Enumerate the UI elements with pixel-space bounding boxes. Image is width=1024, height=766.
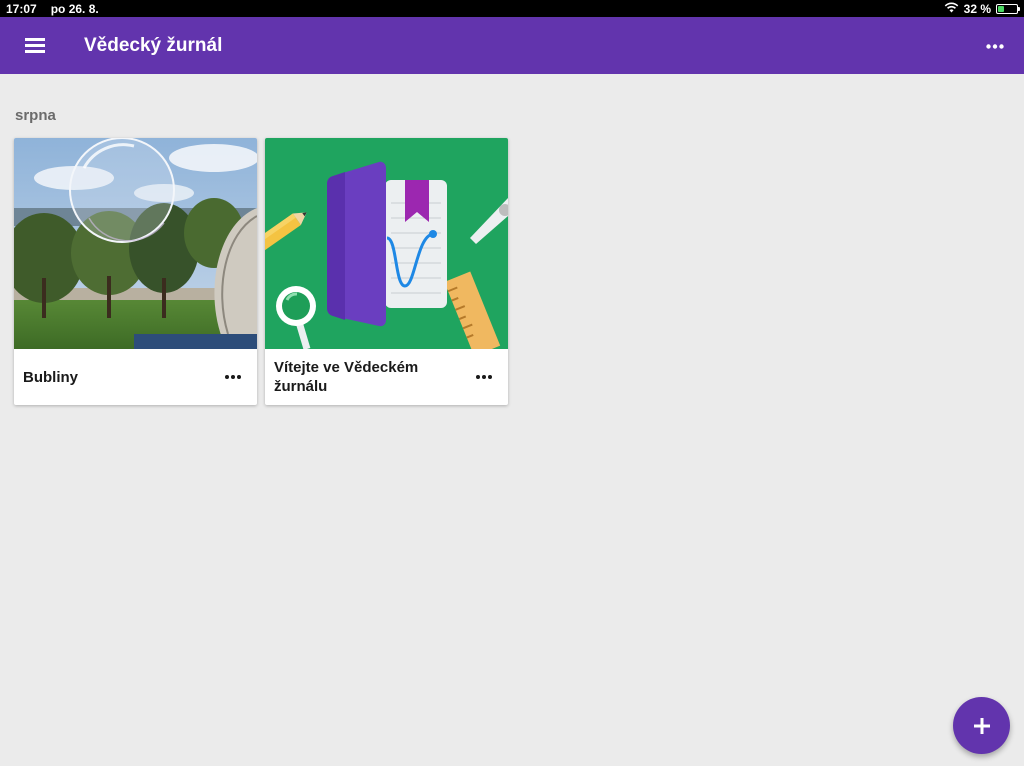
- card-menu-button[interactable]: [221, 365, 245, 389]
- section-label: srpna: [15, 107, 56, 124]
- menu-icon: [25, 38, 45, 53]
- app-title: Vědecký žurnál: [84, 34, 223, 56]
- card-footer: Vítejte ve Vědeckém žurnálu: [265, 349, 508, 405]
- card-menu-button[interactable]: [472, 365, 496, 389]
- card-footer: Bubliny: [14, 349, 257, 405]
- status-date: po 26. 8.: [50, 1, 99, 16]
- experiment-card[interactable]: Vítejte ve Vědeckém žurnálu: [265, 138, 508, 405]
- wifi-icon: [944, 2, 959, 16]
- status-bar: 17:07 po 26. 8. 32 %: [0, 0, 1024, 17]
- status-right: 32 %: [944, 0, 1020, 17]
- menu-button[interactable]: [20, 31, 50, 61]
- more-horizontal-icon: [225, 375, 241, 379]
- overflow-menu-button[interactable]: [980, 31, 1010, 61]
- add-experiment-button[interactable]: [953, 697, 1010, 754]
- battery-icon: [996, 3, 1020, 14]
- more-horizontal-icon: [986, 43, 1004, 49]
- plus-icon: [973, 717, 990, 734]
- card-title: Vítejte ve Vědeckém žurnálu: [274, 359, 419, 395]
- battery-percent: 32 %: [963, 1, 991, 16]
- bubble-photo: [14, 138, 257, 349]
- notebook-illustration: [265, 138, 508, 349]
- app-bar: Vědecký žurnál: [0, 17, 1024, 74]
- card-title: Bubliny: [23, 368, 78, 386]
- experiment-card[interactable]: Bubliny: [14, 138, 257, 405]
- more-horizontal-icon: [476, 375, 492, 379]
- status-time: 17:07: [6, 1, 37, 16]
